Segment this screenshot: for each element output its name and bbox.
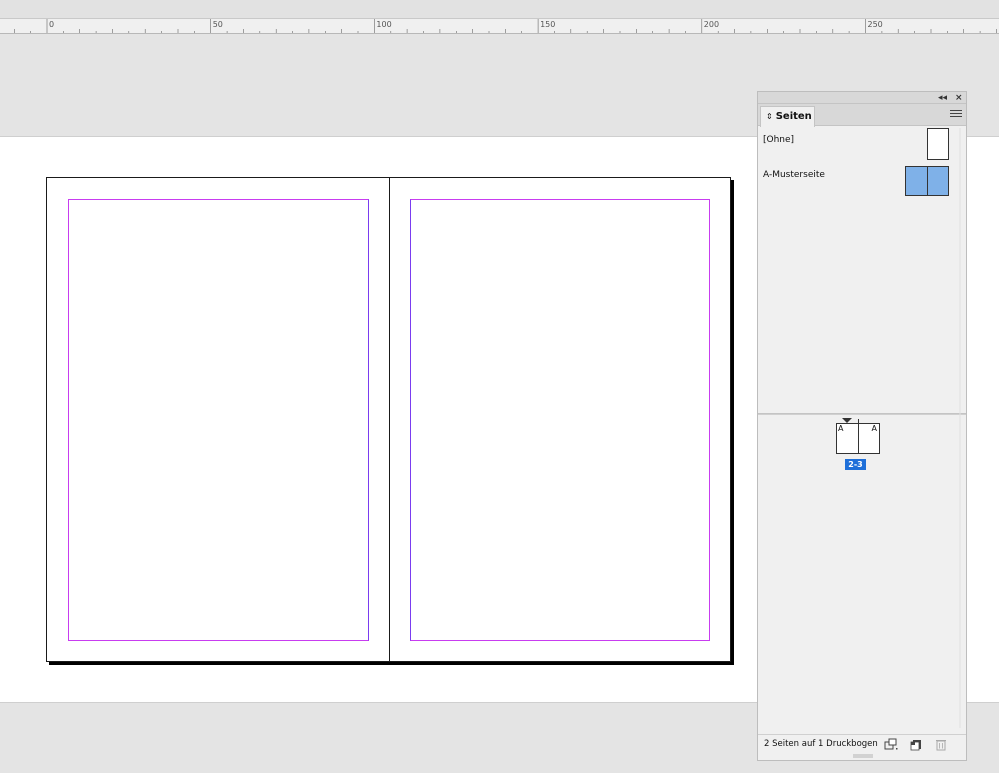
- page-master-prefix: A: [838, 424, 844, 433]
- panel-scrollbar[interactable]: [957, 128, 963, 728]
- panel-tabbar: ⇕ Seiten: [758, 104, 966, 127]
- master-row-none[interactable]: [Ohne]: [762, 128, 962, 160]
- trash-icon[interactable]: [934, 738, 948, 751]
- master-pages-list: [Ohne] A-Musterseite: [758, 126, 966, 412]
- spread-page-numbers[interactable]: 2-3: [845, 459, 866, 470]
- page-master-prefix: A: [871, 424, 877, 433]
- ruler-label: 0: [49, 20, 55, 29]
- right-page-margin-guide: [410, 199, 710, 641]
- ruler-label: 50: [212, 20, 223, 29]
- ruler-ticks: [14, 19, 997, 33]
- tab-label: Seiten: [775, 111, 812, 122]
- resize-grip-icon[interactable]: [853, 754, 873, 758]
- panel-chrome-bar: ◂◂ ×: [758, 92, 966, 104]
- up-down-arrows-icon: ⇕: [766, 112, 773, 121]
- control-strip: [0, 0, 999, 18]
- horizontal-ruler[interactable]: 050100150200250300350400450500550: [0, 18, 999, 34]
- edit-page-size-icon[interactable]: [884, 738, 898, 751]
- spread-fold-line: [389, 178, 390, 661]
- pages-panel: ◂◂ × ⇕ Seiten [Ohne] A-Musterseite A A 2…: [757, 91, 967, 761]
- document-pages-list: A A 2-3: [758, 416, 966, 734]
- left-page-margin-guide: [68, 199, 369, 641]
- page-count-status: 2 Seiten auf 1 Druckbogen: [764, 739, 878, 749]
- double-chevron-left-icon[interactable]: ◂◂: [938, 92, 947, 104]
- master-label: A-Musterseite: [763, 170, 825, 180]
- spread-thumbnail[interactable]: A A: [836, 419, 880, 454]
- panel-section-divider[interactable]: [758, 413, 966, 415]
- document-spread[interactable]: [46, 177, 731, 662]
- ruler-label: 100: [376, 20, 392, 29]
- panel-menu-icon[interactable]: [950, 108, 962, 120]
- ruler-label: 200: [703, 20, 720, 29]
- master-row-a[interactable]: A-Musterseite: [762, 166, 962, 198]
- ruler-label: 250: [867, 20, 883, 29]
- panel-footer: 2 Seiten auf 1 Druckbogen: [758, 734, 966, 754]
- tab-seiten[interactable]: ⇕ Seiten: [760, 106, 815, 127]
- ruler-label: 150: [540, 20, 556, 29]
- master-thumbnail-none[interactable]: [927, 128, 949, 160]
- master-thumbnail-a[interactable]: [905, 166, 949, 196]
- new-page-icon[interactable]: [910, 738, 924, 751]
- close-icon[interactable]: ×: [955, 92, 963, 104]
- indesign-window: 050100150200250300350400450500550 ◂◂ × ⇕…: [0, 0, 999, 773]
- master-label: [Ohne]: [763, 135, 795, 145]
